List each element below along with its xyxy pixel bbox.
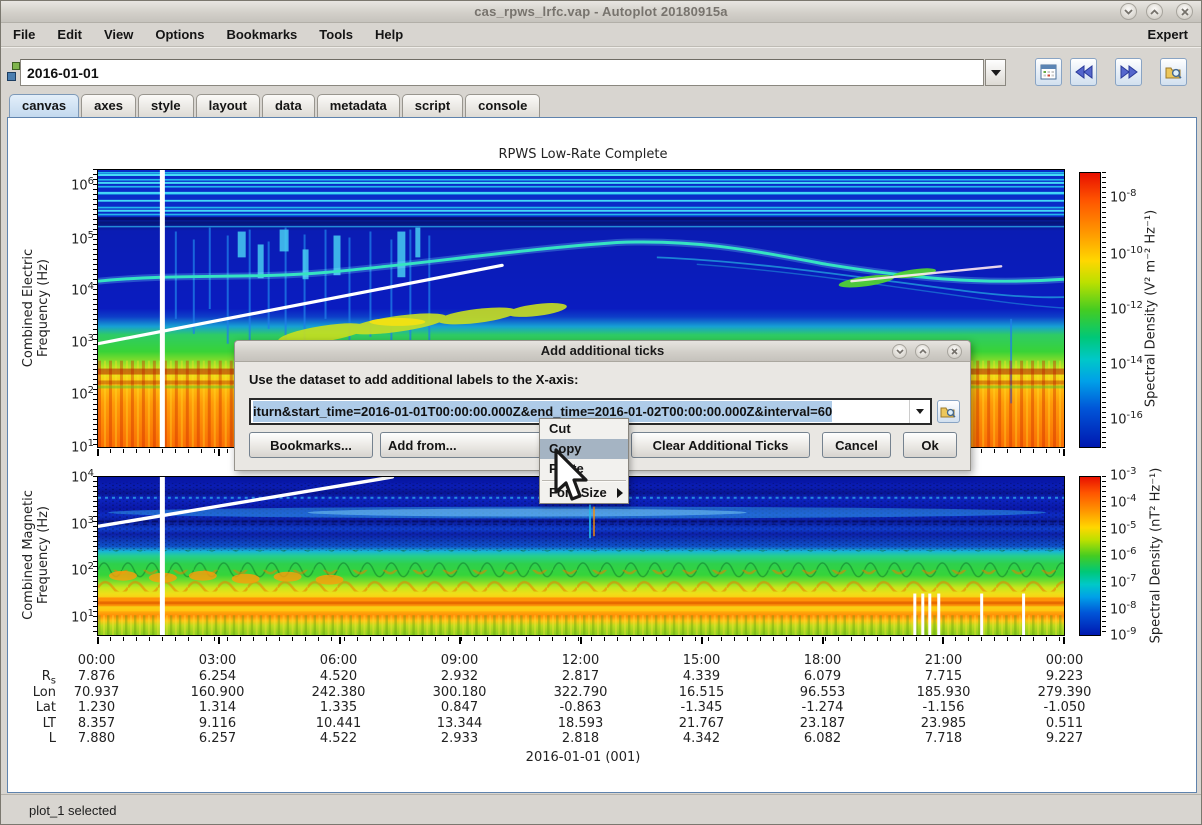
- ephemeris-row-values: 70.937160.900242.380300.180322.79016.515…: [36, 685, 1125, 700]
- submenu-arrow-icon: [617, 488, 623, 498]
- magnetic-x-major-ticks: [97, 637, 1065, 644]
- uri-input[interactable]: [20, 59, 984, 86]
- magnetic-y-tickmarks: [93, 476, 97, 636]
- menu-view[interactable]: View: [104, 27, 133, 42]
- previous-interval-button[interactable]: [1070, 58, 1097, 86]
- chevron-down-icon: [1124, 9, 1133, 15]
- menubar-separator: [1, 46, 1201, 48]
- dialog-shade-button[interactable]: [892, 344, 907, 359]
- chevron-down-icon: [991, 70, 1001, 76]
- expert-mode-label[interactable]: Expert: [1148, 27, 1188, 42]
- tab[interactable]: console: [465, 94, 540, 117]
- window-close-button[interactable]: [1176, 3, 1193, 20]
- calendar-button[interactable]: [1035, 58, 1062, 86]
- electric-colorbar-tickmarks: [1102, 172, 1106, 448]
- tab[interactable]: data: [262, 94, 315, 117]
- calendar-icon: [1040, 64, 1057, 80]
- cancel-button[interactable]: Cancel: [822, 432, 891, 458]
- ephemeris-row-values: 1.2301.3141.3350.847-0.863-1.345-1.274-1…: [36, 700, 1125, 715]
- x-axis-label: 2016-01-01 (001): [8, 750, 1158, 765]
- autoplot-window: cas_rpws_lrfc.vap - Autoplot 20180915a F…: [0, 0, 1202, 825]
- window-title: cas_rpws_lrfc.vap - Autoplot 20180915a: [1, 4, 1201, 19]
- dialog-maximize-button[interactable]: [915, 344, 930, 359]
- dialog-message: Use the dataset to add additional labels…: [249, 372, 578, 387]
- magnetic-colorbar[interactable]: [1079, 476, 1101, 636]
- blue-square-icon: [7, 72, 16, 81]
- chevron-down-icon: [916, 409, 924, 414]
- magnetic-colorbar-label: Spectral Density (nT² Hz⁻¹): [1149, 406, 1164, 706]
- electric-y-tickmarks: [93, 169, 97, 448]
- mouse-cursor: [553, 448, 599, 511]
- dialog-close-button[interactable]: [947, 344, 962, 359]
- tab[interactable]: script: [402, 94, 463, 117]
- tab[interactable]: layout: [196, 94, 260, 117]
- chevron-up-icon: [1150, 9, 1159, 15]
- next-interval-button[interactable]: [1115, 58, 1142, 86]
- statusbar: plot_1 selected: [1, 794, 1201, 825]
- magnetic-colorbar-tickmarks: [1102, 476, 1106, 636]
- ticks-open-button[interactable]: [937, 400, 960, 423]
- rewind-icon: [1075, 65, 1093, 79]
- ephemeris-row-values: 8.3579.11610.44113.34418.59321.76723.187…: [36, 716, 1125, 731]
- tab[interactable]: canvas: [9, 94, 79, 117]
- close-icon: [1181, 8, 1189, 16]
- close-icon: [951, 348, 958, 355]
- ephemeris-row-values: 7.8766.2544.5202.9322.8174.3396.0797.715…: [36, 669, 1125, 684]
- tab[interactable]: metadata: [317, 94, 400, 117]
- window-maximize-button[interactable]: [1146, 3, 1163, 20]
- menu-edit[interactable]: Edit: [57, 27, 82, 42]
- window-shade-button[interactable]: [1120, 3, 1137, 20]
- tab-bar: canvasaxesstylelayoutdatametadatascriptc…: [9, 94, 540, 117]
- ephemeris-row-values: 7.8806.2574.5222.9332.8184.3426.0827.718…: [36, 731, 1125, 746]
- dialog-title: Add additional ticks: [235, 343, 970, 358]
- electric-colorbar[interactable]: [1079, 172, 1101, 448]
- fast-forward-icon: [1120, 65, 1138, 79]
- tab[interactable]: axes: [81, 94, 136, 117]
- bookmarks-button[interactable]: Bookmarks...: [249, 432, 373, 458]
- clear-additional-ticks-button[interactable]: Clear Additional Ticks: [631, 432, 810, 458]
- chevron-up-icon: [919, 349, 927, 354]
- menu-help[interactable]: Help: [375, 27, 403, 42]
- window-titlebar: cas_rpws_lrfc.vap - Autoplot 20180915a: [1, 1, 1201, 23]
- menu-bookmarks[interactable]: Bookmarks: [226, 27, 297, 42]
- green-square-icon: [12, 62, 20, 70]
- menu-tools[interactable]: Tools: [319, 27, 353, 42]
- context-menu-cut[interactable]: Cut: [540, 419, 628, 439]
- status-text: plot_1 selected: [29, 803, 116, 818]
- plot-title: RPWS Low-Rate Complete: [8, 147, 1158, 162]
- uri-dropdown-button[interactable]: [985, 59, 1006, 86]
- ticks-uri-dropdown-button[interactable]: [909, 400, 930, 423]
- menu-file[interactable]: File: [13, 27, 35, 42]
- chevron-down-icon: [896, 349, 904, 354]
- time-tick-labels: 00:0003:0006:0009:0012:0015:0018:0021:00…: [36, 653, 1125, 668]
- dialog-titlebar: Add additional ticks: [235, 341, 970, 362]
- folder-search-icon: [940, 405, 957, 419]
- folder-search-icon: [1165, 65, 1183, 80]
- tab[interactable]: style: [138, 94, 194, 117]
- magnetic-yticks: 104103102101: [48, 118, 94, 638]
- open-datasource-button[interactable]: [1160, 58, 1187, 86]
- menubar: File Edit View Options Bookmarks Tools H…: [1, 24, 1201, 45]
- datasource-state-icon: [7, 62, 20, 83]
- menu-options[interactable]: Options: [155, 27, 204, 42]
- add-from-button[interactable]: Add from...: [380, 432, 545, 458]
- ok-button[interactable]: Ok: [903, 432, 957, 458]
